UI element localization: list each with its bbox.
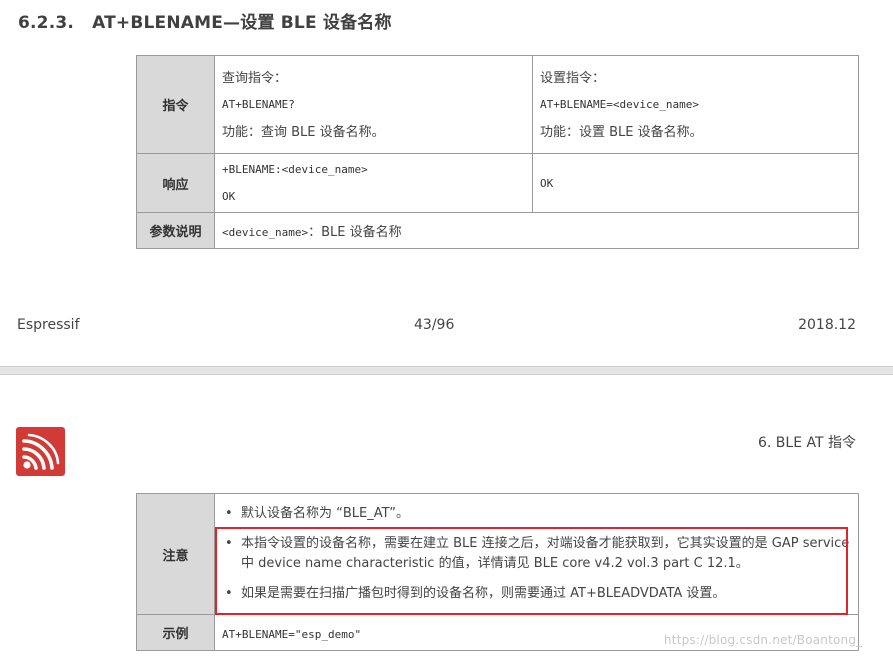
set-command-cell: 设置指令： AT+BLENAME=<device_name> 功能：设置 BLE… bbox=[532, 55, 859, 154]
list-item: • 默认设备名称为 “BLE_AT”。 bbox=[223, 504, 852, 524]
set-title: 设置指令： bbox=[540, 71, 606, 86]
row-label-command: 指令 bbox=[136, 55, 215, 154]
query-response-line2: OK bbox=[222, 190, 236, 203]
parameter-description: ：BLE 设备名称 bbox=[308, 225, 402, 240]
query-command-cell: 查询指令： AT+BLENAME? 功能：查询 BLE 设备名称。 bbox=[214, 55, 533, 154]
watermark: https://blog.csdn.net/Boantong_ bbox=[664, 633, 863, 647]
chapter-header: 6. BLE AT 指令 bbox=[758, 435, 856, 451]
section-number: 6.2.3. bbox=[18, 13, 75, 33]
example-command: AT+BLENAME="esp_demo" bbox=[222, 628, 362, 641]
parameter-cell: <device_name>：BLE 设备名称 bbox=[214, 212, 859, 249]
row-label-response: 响应 bbox=[136, 153, 215, 213]
notes-table: 注意 • 默认设备名称为 “BLE_AT”。 • 本指令设置的设备名称，需要在建立 … bbox=[136, 493, 859, 651]
query-description: 功能：查询 BLE 设备名称。 bbox=[222, 125, 385, 140]
page-top: 6.2.3. AT+BLENAME—设置 BLE 设备名称 指令 查询指令： AT… bbox=[0, 0, 893, 366]
notes-list: • 默认设备名称为 “BLE_AT”。 • 本指令设置的设备名称，需要在建立 BLE… bbox=[215, 498, 858, 610]
set-description: 功能：设置 BLE 设备名称。 bbox=[540, 125, 703, 140]
espressif-logo-icon bbox=[16, 427, 65, 476]
list-item: • 如果是需要在扫描广播包时得到的设备名称，则需要通过 AT+BLEADVDATA… bbox=[223, 584, 852, 604]
table-row-notes: 注意 • 默认设备名称为 “BLE_AT”。 • 本指令设置的设备名称，需要在建立 … bbox=[136, 493, 859, 615]
set-response: OK bbox=[540, 176, 554, 190]
command-table: 指令 查询指令： AT+BLENAME? 功能：查询 BLE 设备名称。 设置指… bbox=[136, 55, 859, 249]
footer-company: Espressif bbox=[17, 317, 80, 333]
set-response-cell: OK bbox=[532, 153, 859, 213]
section-title: AT+BLENAME—设置 BLE 设备名称 bbox=[92, 13, 392, 33]
page-separator bbox=[0, 366, 893, 375]
table-row-command: 指令 查询指令： AT+BLENAME? 功能：查询 BLE 设备名称。 设置指… bbox=[136, 55, 859, 154]
query-response-cell: +BLENAME:<device_name> OK bbox=[214, 153, 533, 213]
notes-cell: • 默认设备名称为 “BLE_AT”。 • 本指令设置的设备名称，需要在建立 BLE… bbox=[214, 493, 859, 615]
query-title: 查询指令： bbox=[222, 71, 288, 86]
footer-date: 2018.12 bbox=[798, 317, 856, 333]
note-gap-service: 本指令设置的设备名称，需要在建立 BLE 连接之后，对端设备才能获取到，它其实设… bbox=[241, 536, 850, 571]
table-row-parameter: 参数说明 <device_name>：BLE 设备名称 bbox=[136, 212, 859, 249]
bullet-icon: • bbox=[225, 536, 233, 551]
table-row-response: 响应 +BLENAME:<device_name> OK OK bbox=[136, 153, 859, 213]
parameter-name: <device_name> bbox=[222, 226, 309, 239]
row-label-parameter: 参数说明 bbox=[136, 212, 215, 249]
footer-page-number: 43/96 bbox=[414, 317, 455, 333]
bullet-icon: • bbox=[225, 586, 233, 601]
set-command: AT+BLENAME=<device_name> bbox=[540, 98, 699, 111]
section-heading: 6.2.3. AT+BLENAME—设置 BLE 设备名称 bbox=[18, 8, 392, 33]
row-label-example: 示例 bbox=[136, 614, 215, 651]
bullet-icon: • bbox=[225, 506, 233, 521]
list-item: • 本指令设置的设备名称，需要在建立 BLE 连接之后，对端设备才能获取到，它其实… bbox=[223, 534, 852, 574]
note-adv-data: 如果是需要在扫描广播包时得到的设备名称，则需要通过 AT+BLEADVDATA … bbox=[241, 586, 726, 601]
query-response-line1: +BLENAME:<device_name> bbox=[222, 163, 368, 176]
note-default-name: 默认设备名称为 “BLE_AT”。 bbox=[241, 506, 410, 521]
query-command: AT+BLENAME? bbox=[222, 98, 295, 111]
row-label-notes: 注意 bbox=[136, 493, 215, 615]
